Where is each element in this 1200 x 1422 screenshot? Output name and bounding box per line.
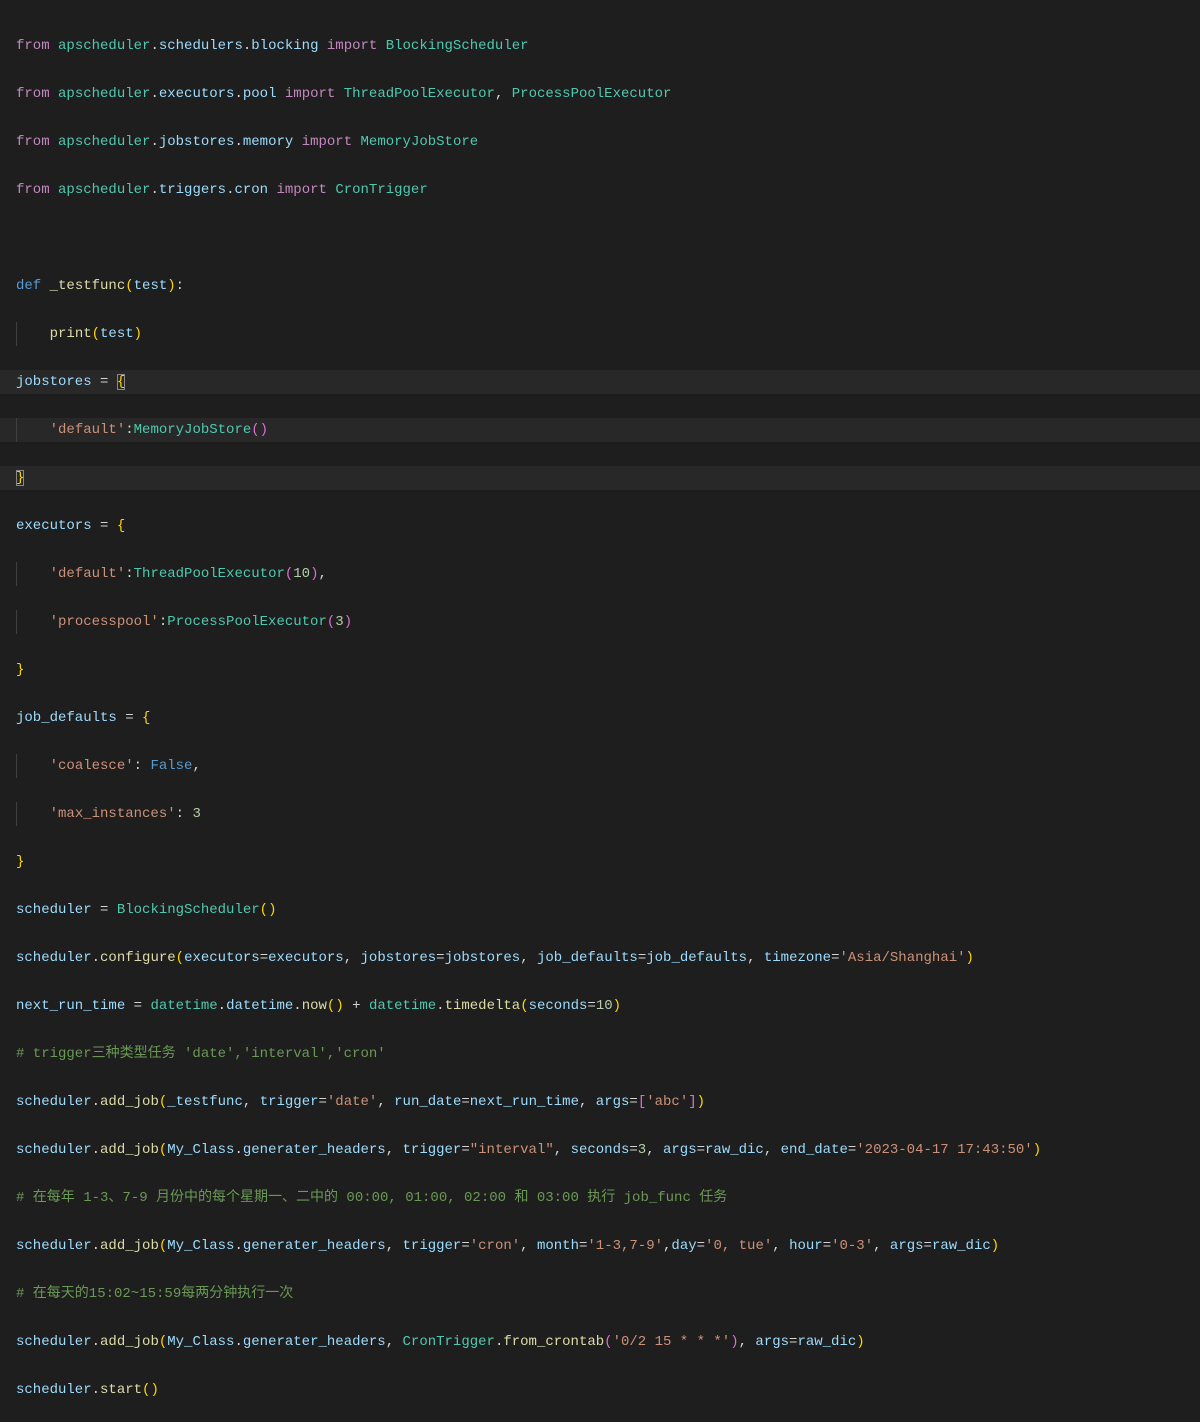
blank-line: [16, 226, 1184, 250]
code-line: scheduler.add_job(My_Class.generater_hea…: [16, 1234, 1184, 1258]
code-line: scheduler.add_job(My_Class.generater_hea…: [16, 1330, 1184, 1354]
code-editor[interactable]: from apscheduler.schedulers.blocking imp…: [0, 10, 1200, 1422]
code-line: print(test): [16, 322, 1184, 346]
code-line-active: jobstores = {: [0, 370, 1200, 394]
code-line: from apscheduler.executors.pool import T…: [16, 82, 1184, 106]
code-line: scheduler.add_job(My_Class.generater_hea…: [16, 1138, 1184, 1162]
code-line: # trigger三种类型任务 'date','interval','cron': [16, 1042, 1184, 1066]
code-line: 'coalesce': False,: [16, 754, 1184, 778]
code-line: scheduler.add_job(_testfunc, trigger='da…: [16, 1090, 1184, 1114]
code-line: next_run_time = datetime.datetime.now() …: [16, 994, 1184, 1018]
code-line-active: 'default':MemoryJobStore(): [0, 418, 1200, 442]
code-line-active: }: [0, 466, 1200, 490]
code-line: 'max_instances': 3: [16, 802, 1184, 826]
code-line: from apscheduler.schedulers.blocking imp…: [16, 34, 1184, 58]
code-line: job_defaults = {: [16, 706, 1184, 730]
code-line: }: [16, 850, 1184, 874]
code-line: from apscheduler.triggers.cron import Cr…: [16, 178, 1184, 202]
code-line: }: [16, 658, 1184, 682]
code-line: executors = {: [16, 514, 1184, 538]
code-line: 'processpool':ProcessPoolExecutor(3): [16, 610, 1184, 634]
code-line: scheduler.start(): [16, 1378, 1184, 1402]
code-line: from apscheduler.jobstores.memory import…: [16, 130, 1184, 154]
code-line: # 在每年 1-3、7-9 月份中的每个星期一、二中的 00:00, 01:00…: [16, 1186, 1184, 1210]
code-line: 'default':ThreadPoolExecutor(10),: [16, 562, 1184, 586]
code-line: scheduler.configure(executors=executors,…: [16, 946, 1184, 970]
code-line: # 在每天的15:02~15:59每两分钟执行一次: [16, 1282, 1184, 1306]
code-line: def _testfunc(test):: [16, 274, 1184, 298]
code-line: scheduler = BlockingScheduler(): [16, 898, 1184, 922]
